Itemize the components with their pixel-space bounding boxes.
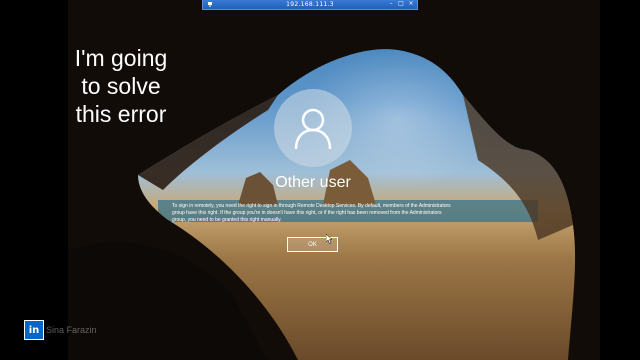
caption-line-2: to solve — [81, 73, 161, 99]
pin-icon[interactable] — [207, 1, 213, 7]
linkedin-icon: in — [24, 320, 44, 340]
user-icon — [294, 108, 332, 150]
author-watermark: Sina Farazin — [46, 325, 97, 335]
close-icon[interactable]: × — [408, 1, 414, 7]
minimize-icon[interactable]: – — [388, 1, 394, 7]
video-caption: I'm going to solve this error — [52, 44, 190, 128]
mouse-pointer-icon — [326, 234, 333, 244]
caption-line-1: I'm going — [74, 45, 168, 71]
user-name: Other user — [275, 174, 351, 191]
caption-line-3: this error — [75, 101, 167, 127]
connection-title: 192.168.111.3 — [286, 1, 334, 8]
error-message: To sign in remotely, you need the right … — [172, 203, 451, 223]
restore-icon[interactable]: □ — [398, 1, 404, 7]
avatar — [274, 89, 352, 167]
remote-desktop-connection-bar[interactable]: 192.168.111.3 – □ × — [202, 0, 418, 10]
